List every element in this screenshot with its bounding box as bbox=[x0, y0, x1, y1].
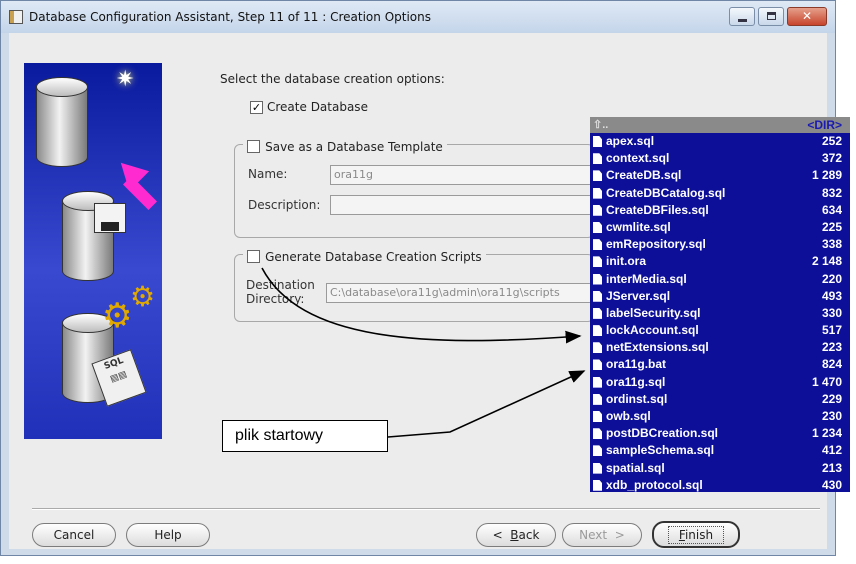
arrow-to-init-ora bbox=[261, 267, 582, 344]
annotation-arrows bbox=[261, 267, 586, 438]
arrow-to-ora11g-bat bbox=[387, 370, 586, 438]
